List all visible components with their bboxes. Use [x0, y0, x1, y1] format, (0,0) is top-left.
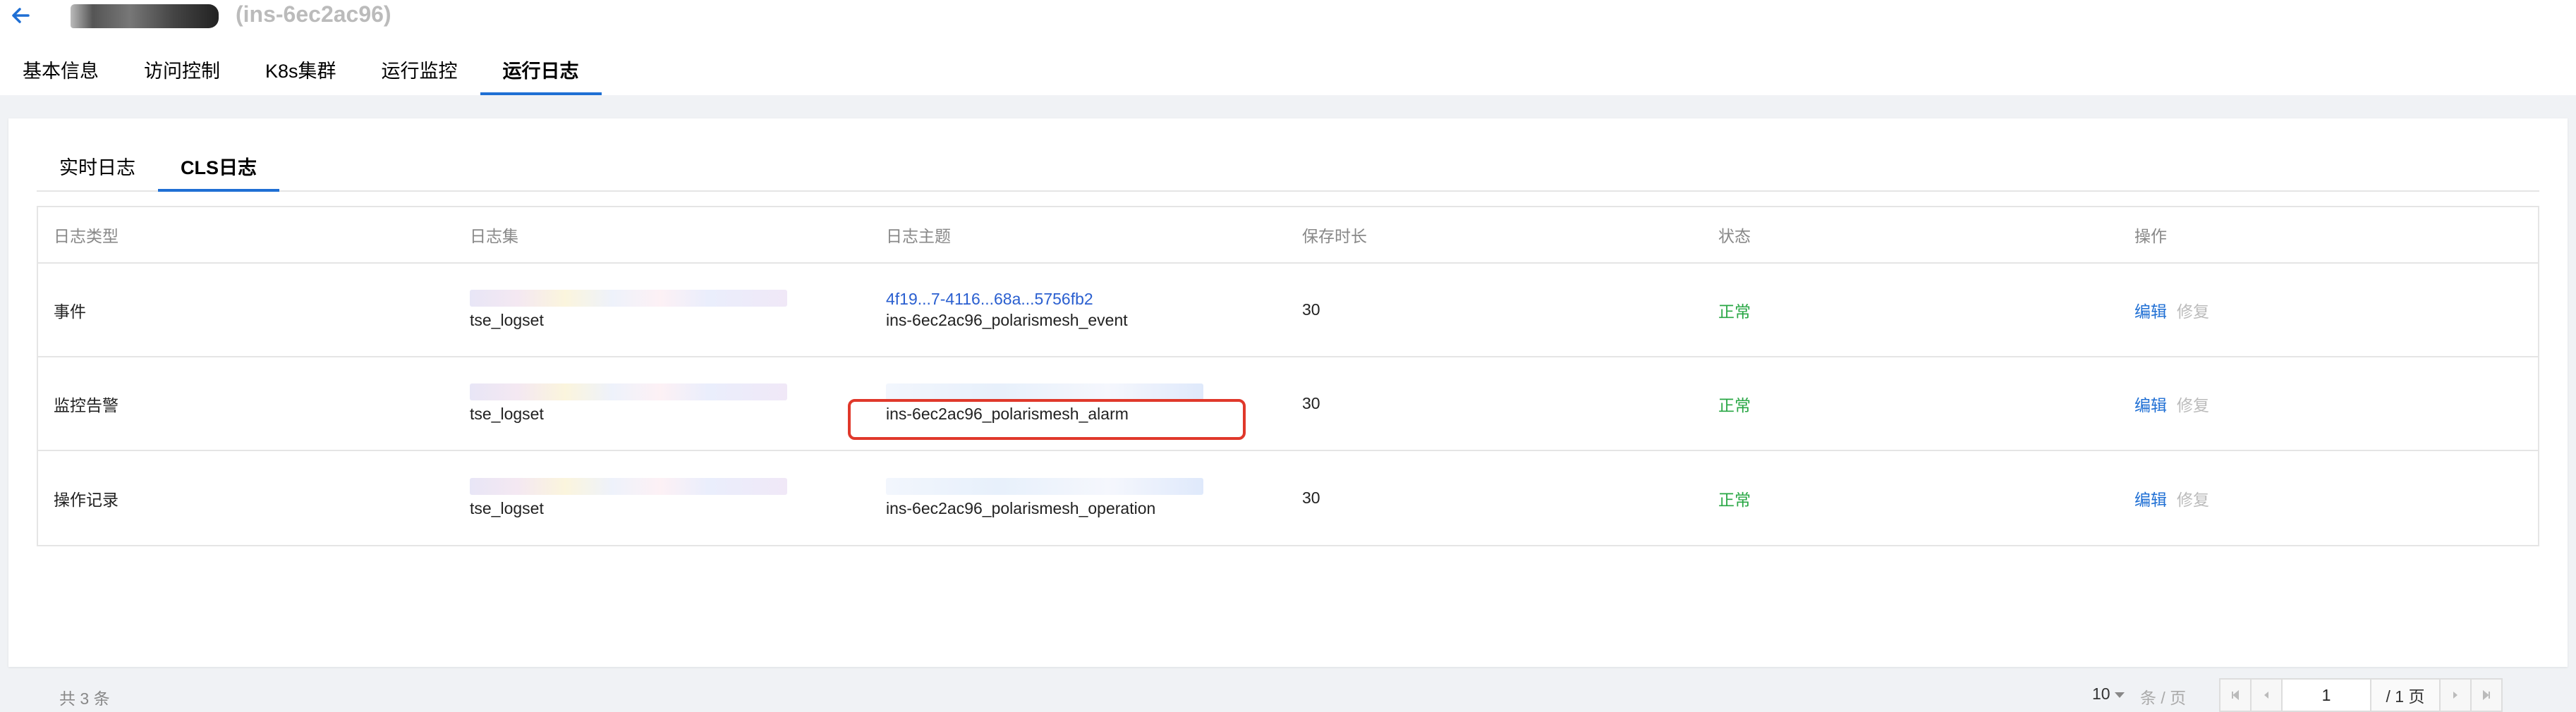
- logset-name: tse_logset: [470, 405, 544, 423]
- total-count: 共 3 条: [59, 689, 110, 708]
- highlight-annotation: [848, 399, 1246, 440]
- redacted-logset-id: [470, 478, 787, 495]
- next-page-button[interactable]: [2439, 678, 2472, 712]
- logset-cell: tse_logset: [454, 264, 870, 356]
- log-type: 监控告警: [54, 395, 119, 415]
- tab-realtime-logs[interactable]: 实时日志: [37, 154, 158, 190]
- column-header-topic: 日志主题: [886, 227, 951, 245]
- topic-name: ins-6ec2ac96_polarismesh_event: [886, 311, 1128, 329]
- log-type: 操作记录: [54, 490, 119, 509]
- tab-cls-logs[interactable]: CLS日志: [158, 154, 279, 192]
- topic-cell: 4f19...7-4116...68a...5756fb2 ins-6ec2ac…: [870, 264, 1287, 356]
- table-row: 监控告警 tse_logset ins-6ec2ac96_polarismesh…: [38, 357, 2538, 451]
- repair-button: 修复: [2177, 395, 2209, 415]
- edit-button[interactable]: 编辑: [2134, 486, 2167, 510]
- caret-down-icon: [2114, 692, 2125, 698]
- chevron-right-icon: [2453, 692, 2457, 699]
- edit-button[interactable]: 编辑: [2134, 298, 2167, 322]
- table-row: 事件 tse_logset 4f19...7-4116...68a...5756…: [38, 264, 2538, 357]
- page-size-select[interactable]: 10: [2092, 685, 2125, 704]
- redacted-logset-id: [470, 383, 787, 400]
- actions-cell: 编辑 修复: [2119, 357, 2538, 450]
- column-header-retention: 保存时长: [1302, 227, 1367, 245]
- table-header-row: 日志类型 日志集 日志主题 保存时长 状态 操作: [38, 207, 2538, 264]
- repair-button: 修复: [2177, 302, 2209, 321]
- logset-name: tse_logset: [470, 311, 544, 329]
- last-page-icon: [2483, 689, 2490, 701]
- log-table: 日志类型 日志集 日志主题 保存时长 状态 操作 事件 tse_logset 4…: [37, 206, 2539, 546]
- repair-button: 修复: [2177, 490, 2209, 509]
- last-page-button[interactable]: [2470, 678, 2503, 712]
- redacted-instance-name: [71, 4, 219, 28]
- total-pages: / 1 页: [2370, 678, 2441, 712]
- redacted-topic-id[interactable]: [886, 478, 1203, 495]
- status-badge: 正常: [1718, 302, 1751, 321]
- status-badge: 正常: [1718, 490, 1751, 509]
- table-row: 操作记录 tse_logset ins-6ec2ac96_polarismesh…: [38, 451, 2538, 545]
- tab-access-control[interactable]: 访问控制: [121, 55, 243, 95]
- top-header: (ins-6ec2ac96) 基本信息 访问控制 K8s集群 运行监控 运行日志: [0, 0, 2576, 95]
- tab-run-logs[interactable]: 运行日志: [480, 55, 602, 95]
- column-header-type: 日志类型: [54, 227, 119, 245]
- chevron-left-icon: [2264, 692, 2268, 699]
- topic-name: ins-6ec2ac96_polarismesh_operation: [886, 499, 1156, 517]
- content-card: 实时日志 CLS日志 日志类型 日志集 日志主题 保存时长 状态 操作 事件 t…: [8, 118, 2568, 712]
- edit-button[interactable]: 编辑: [2134, 392, 2167, 416]
- column-header-status: 状态: [1718, 227, 1751, 245]
- logset-cell: tse_logset: [454, 451, 870, 545]
- first-page-icon: [2232, 689, 2239, 701]
- column-header-actions: 操作: [2134, 227, 2167, 245]
- pagination: 1 / 1 页: [2219, 678, 2503, 712]
- redacted-topic-id[interactable]: [886, 383, 1203, 400]
- main-tabs: 基本信息 访问控制 K8s集群 运行监控 运行日志: [0, 55, 602, 95]
- retention-days: 30: [1302, 394, 1320, 412]
- logset-name: tse_logset: [470, 499, 544, 517]
- per-page-label: 条 / 页: [2140, 689, 2187, 707]
- page-number-input[interactable]: 1: [2281, 678, 2371, 712]
- actions-cell: 编辑 修复: [2119, 451, 2538, 545]
- tab-monitoring[interactable]: 运行监控: [359, 55, 480, 95]
- instance-id: (ins-6ec2ac96): [236, 1, 391, 27]
- tab-k8s-cluster[interactable]: K8s集群: [243, 55, 359, 95]
- page-size-value: 10: [2092, 685, 2110, 703]
- actions-cell: 编辑 修复: [2119, 264, 2538, 356]
- prev-page-button[interactable]: [2250, 678, 2283, 712]
- retention-days: 30: [1302, 300, 1320, 319]
- log-type: 事件: [54, 302, 86, 321]
- sub-tabs: 实时日志 CLS日志: [37, 154, 2539, 192]
- tab-basic-info[interactable]: 基本信息: [0, 55, 121, 95]
- column-header-logset: 日志集: [470, 227, 518, 245]
- first-page-button[interactable]: [2219, 678, 2252, 712]
- topic-id-link[interactable]: 4f19...7-4116...68a...5756fb2: [886, 290, 1287, 308]
- status-badge: 正常: [1718, 395, 1751, 415]
- retention-days: 30: [1302, 489, 1320, 507]
- redacted-logset-id: [470, 290, 787, 307]
- topic-cell: ins-6ec2ac96_polarismesh_operation: [870, 451, 1287, 545]
- logset-cell: tse_logset: [454, 357, 870, 450]
- back-arrow-icon[interactable]: [7, 1, 35, 30]
